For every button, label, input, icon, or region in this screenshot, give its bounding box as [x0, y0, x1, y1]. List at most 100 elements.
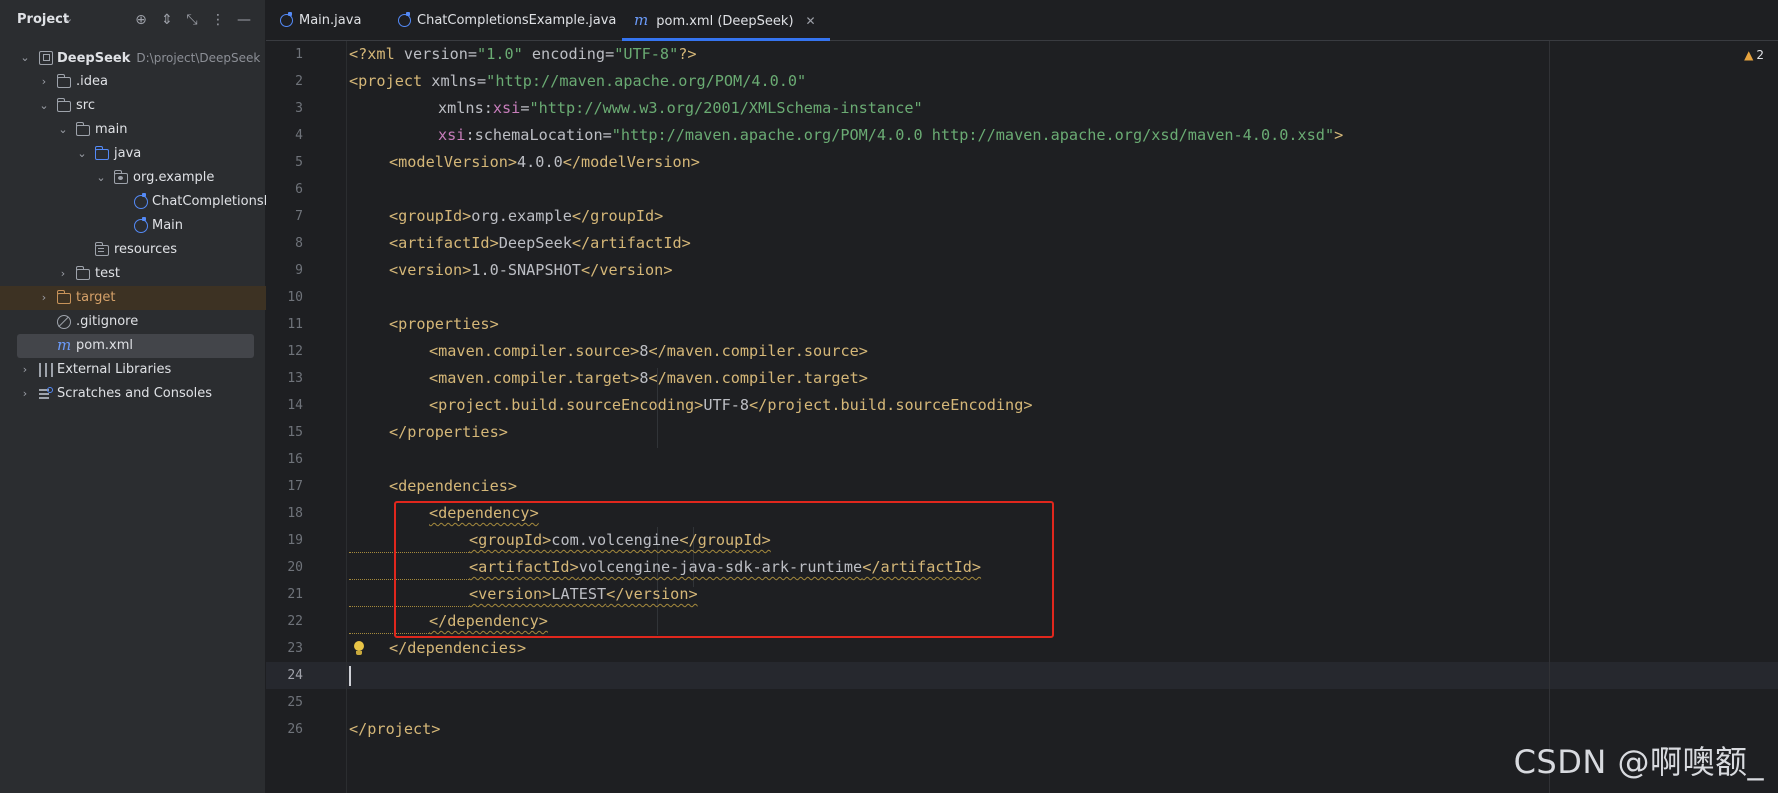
line-number[interactable]: 7: [266, 203, 303, 230]
code-line-4[interactable]: xsi:schemaLocation="http://maven.apache.…: [438, 122, 1343, 149]
chevron-right-icon[interactable]: ›: [37, 286, 51, 310]
module-folder-icon: [39, 51, 53, 65]
maven-icon: m: [634, 11, 649, 29]
tree-item-idea[interactable]: › .idea: [0, 70, 266, 94]
tree-item-label: resources: [114, 242, 178, 257]
project-path: D:\project\DeepSeek: [136, 51, 261, 65]
line-number[interactable]: 9: [266, 257, 303, 284]
chevron-down-icon[interactable]: ⌄: [94, 166, 108, 190]
code-line-14[interactable]: <project.build.sourceEncoding>UTF-8</pro…: [429, 392, 1032, 419]
line-number[interactable]: 16: [266, 446, 303, 473]
tree-item-test[interactable]: › test: [0, 262, 266, 286]
chevron-right-icon[interactable]: ›: [56, 262, 70, 286]
tree-item-gitignore[interactable]: .gitignore: [0, 310, 266, 334]
tab-label: pom.xml (DeepSeek): [656, 14, 794, 29]
code-editor[interactable]: 1 2 3 4 5 6 7 8 9 10 11 12 13 14 15 16 17 18 19 20 21 22 23 24 2…: [266, 41, 1778, 793]
code-line-12[interactable]: <maven.compiler.source>8</maven.compiler…: [429, 338, 868, 365]
red-highlight-annotation: [394, 501, 1054, 638]
tab-label: Main.java: [299, 13, 362, 28]
line-number[interactable]: 17: [266, 473, 303, 500]
chevron-down-icon[interactable]: ⌄: [37, 94, 51, 118]
code-line-23[interactable]: </dependencies>: [389, 635, 526, 662]
tree-item-main-class[interactable]: Main: [0, 214, 266, 238]
code-line-7[interactable]: <groupId>org.example</groupId>: [389, 203, 663, 230]
line-number[interactable]: 8: [266, 230, 303, 257]
tree-item-main[interactable]: ⌄ main: [0, 118, 266, 142]
tree-item-chatcompletions[interactable]: ChatCompletionsEx: [0, 190, 266, 214]
chevron-down-icon[interactable]: ⌄: [64, 12, 73, 25]
line-number[interactable]: 19: [266, 527, 303, 554]
tree-item-target[interactable]: › target: [0, 286, 266, 310]
line-number[interactable]: 26: [266, 716, 303, 743]
source-folder-icon: [95, 146, 109, 160]
tree-item-org-example[interactable]: ⌄ org.example: [0, 166, 266, 190]
tab-main-java[interactable]: Main.java: [280, 0, 361, 41]
line-number[interactable]: 23: [266, 635, 303, 662]
collapse-all-icon[interactable]: ⤡: [183, 11, 201, 29]
line-number[interactable]: 13: [266, 365, 303, 392]
code-line-5[interactable]: <modelVersion>4.0.0</modelVersion>: [389, 149, 700, 176]
line-number[interactable]: 25: [266, 689, 303, 716]
line-number[interactable]: 21: [266, 581, 303, 608]
line-number-gutter[interactable]: 1 2 3 4 5 6 7 8 9 10 11 12 13 14 15 16 17 18 19 20 21 22 23 24 2…: [266, 41, 346, 793]
lightbulb-icon[interactable]: [352, 640, 366, 658]
code-line-11[interactable]: <properties>: [389, 311, 499, 338]
code-line-2[interactable]: <project xmlns="http://maven.apache.org/…: [349, 68, 806, 95]
line-number[interactable]: 14: [266, 392, 303, 419]
chevron-right-icon[interactable]: ›: [37, 70, 51, 94]
chevron-right-icon[interactable]: ›: [18, 358, 32, 382]
warning-count: 2: [1756, 48, 1764, 62]
line-number[interactable]: 3: [266, 95, 303, 122]
project-panel-header: Project ⌄ ⊕ ⇕ ⤡ ⋮ —: [0, 0, 266, 42]
close-icon[interactable]: ✕: [806, 14, 816, 28]
java-class-icon: [134, 193, 148, 209]
locate-icon[interactable]: ⊕: [132, 11, 150, 29]
tree-item-label: src: [76, 98, 95, 113]
tree-item-scratches[interactable]: › Scratches and Consoles: [0, 382, 266, 406]
project-panel-title[interactable]: Project: [17, 12, 69, 27]
package-icon: [114, 170, 128, 184]
line-number[interactable]: 11: [266, 311, 303, 338]
chevron-right-icon[interactable]: ›: [18, 382, 32, 406]
chevron-down-icon[interactable]: ⌄: [75, 142, 89, 166]
text-caret: [349, 666, 351, 686]
java-class-icon: [134, 217, 148, 233]
code-line-17[interactable]: <dependencies>: [389, 473, 517, 500]
code-line-1[interactable]: <?xml version="1.0" encoding="UTF-8"?>: [349, 41, 697, 68]
tree-item-label: External Libraries: [57, 362, 172, 377]
tree-item-deepseek[interactable]: ⌄ DeepSeek D:\project\DeepSeek: [0, 46, 266, 70]
tree-item-resources[interactable]: resources: [0, 238, 266, 262]
code-line-15[interactable]: </properties>: [389, 419, 508, 446]
java-class-icon: [398, 12, 411, 27]
line-number[interactable]: 6: [266, 176, 303, 203]
inspection-warnings[interactable]: ▲ 2: [1744, 48, 1764, 62]
line-number[interactable]: 10: [266, 284, 303, 311]
tree-item-java[interactable]: ⌄ java: [0, 142, 266, 166]
chevron-down-icon[interactable]: ⌄: [56, 118, 70, 142]
line-number[interactable]: 12: [266, 338, 303, 365]
tab-pom-xml[interactable]: m pom.xml (DeepSeek) ✕: [622, 0, 830, 41]
line-number[interactable]: 22: [266, 608, 303, 635]
code-line-26[interactable]: </project>: [349, 716, 440, 743]
line-number[interactable]: 5: [266, 149, 303, 176]
chevron-down-icon[interactable]: ⌄: [18, 46, 32, 70]
code-line-9[interactable]: <version>1.0-SNAPSHOT</version>: [389, 257, 672, 284]
code-line-8[interactable]: <artifactId>DeepSeek</artifactId>: [389, 230, 691, 257]
line-number[interactable]: 2: [266, 68, 303, 95]
resources-folder-icon: [95, 242, 109, 256]
tree-item-external-libraries[interactable]: › External Libraries: [0, 358, 266, 382]
code-line-13[interactable]: <maven.compiler.target>8</maven.compiler…: [429, 365, 868, 392]
tab-chatcompletions-java[interactable]: ChatCompletionsExample.java: [398, 0, 616, 41]
minimize-icon[interactable]: —: [235, 11, 253, 29]
line-number[interactable]: 24: [266, 662, 303, 689]
tree-item-src[interactable]: ⌄ src: [0, 94, 266, 118]
line-number[interactable]: 18: [266, 500, 303, 527]
line-number[interactable]: 4: [266, 122, 303, 149]
line-number[interactable]: 1: [266, 41, 303, 68]
expand-all-icon[interactable]: ⇕: [158, 11, 176, 29]
tree-item-pom-xml[interactable]: m pom.xml: [17, 334, 254, 358]
line-number[interactable]: 15: [266, 419, 303, 446]
line-number[interactable]: 20: [266, 554, 303, 581]
more-options-icon[interactable]: ⋮: [209, 11, 227, 29]
code-line-3[interactable]: xmlns:xsi="http://www.w3.org/2001/XMLSch…: [438, 95, 923, 122]
